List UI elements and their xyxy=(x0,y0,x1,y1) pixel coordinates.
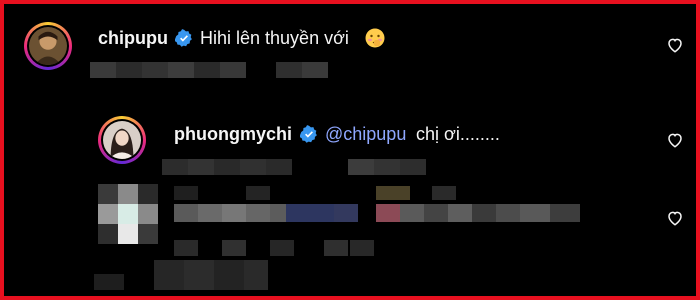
avatar[interactable] xyxy=(98,116,146,164)
verified-badge-icon xyxy=(300,125,318,143)
comment-username[interactable]: chipupu xyxy=(98,27,168,49)
comment-thread-frame: chipupu Hihi lên thuyền với phuongmychi … xyxy=(0,0,700,300)
comment-mention-link[interactable]: @chipupu xyxy=(325,123,406,145)
comment-text: chị ơi........ xyxy=(416,124,500,144)
blushing-face-emoji-icon xyxy=(365,28,385,48)
like-heart-icon[interactable] xyxy=(666,131,684,149)
like-heart-icon[interactable] xyxy=(666,209,684,227)
verified-badge-icon xyxy=(175,29,193,47)
comment-username[interactable]: phuongmychi xyxy=(174,123,292,145)
like-heart-icon[interactable] xyxy=(666,36,684,54)
avatar[interactable] xyxy=(24,22,72,70)
comment-text: Hihi lên thuyền với xyxy=(200,28,349,48)
